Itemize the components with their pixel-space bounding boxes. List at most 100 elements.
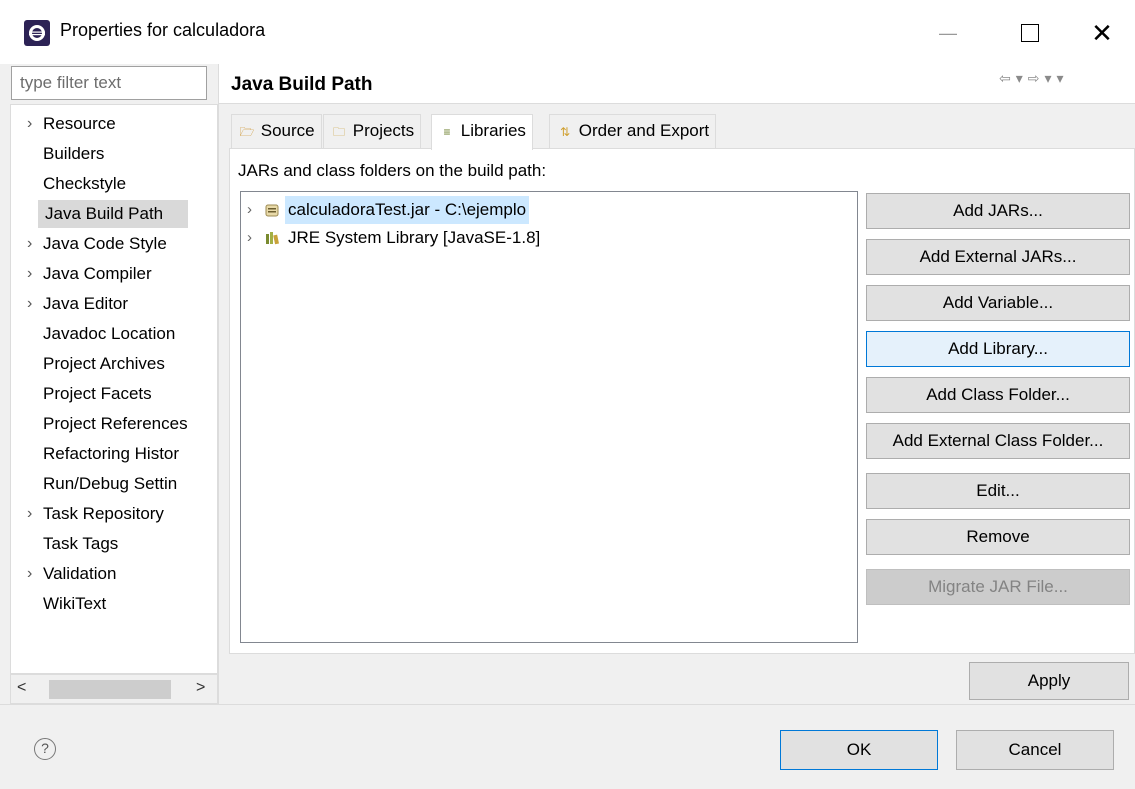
chevron-right-icon[interactable]: ›: [27, 499, 32, 529]
nav-item-label: Resource: [43, 114, 116, 133]
add-jars-button[interactable]: Add JARs...: [866, 193, 1130, 229]
navigation-panel: › Resource Builders Checkstyle Java Buil…: [10, 64, 218, 704]
footer-divider: [0, 704, 1135, 705]
ok-button[interactable]: OK: [780, 730, 938, 770]
jar-icon: [265, 204, 279, 217]
nav-item-label: Validation: [43, 564, 117, 583]
nav-item-checkstyle[interactable]: Checkstyle: [11, 169, 217, 199]
chevron-right-icon[interactable]: ›: [27, 109, 32, 139]
nav-item-label: Project Archives: [43, 354, 165, 373]
nav-item-resource[interactable]: › Resource: [11, 109, 217, 139]
scroll-left-icon[interactable]: <: [17, 679, 26, 697]
tab-label: Projects: [352, 121, 415, 140]
nav-item-label: Project References: [43, 414, 188, 433]
nav-item-label: Java Code Style: [43, 234, 167, 253]
maximize-icon: [1021, 24, 1039, 42]
source-folder-icon: 🗁: [239, 125, 255, 139]
edit-button[interactable]: Edit...: [866, 473, 1130, 509]
nav-item-label: WikiText: [43, 594, 107, 613]
eclipse-app-icon: [24, 20, 50, 46]
nav-item-label: Builders: [43, 144, 105, 163]
tab-libraries[interactable]: ≡ Libraries: [431, 114, 533, 150]
build-path-label: JARs and class folders on the build path…: [238, 161, 547, 180]
properties-page: Java Build Path ⇦ ▾ ⇨ ▾ ▾ 🗁 Source 🗀 Project…: [219, 64, 1135, 704]
build-path-tree[interactable]: › calculadoraTest.jar - C:\ejemplo › JRE…: [240, 191, 858, 643]
projects-icon: 🗀: [332, 125, 345, 139]
cancel-button[interactable]: Cancel: [956, 730, 1114, 770]
tab-label: Source: [260, 121, 315, 140]
chevron-right-icon[interactable]: ›: [247, 196, 252, 224]
nav-item-label: Checkstyle: [43, 174, 127, 193]
apply-button[interactable]: Apply: [969, 662, 1129, 700]
window-title: Properties for calculadora: [60, 20, 266, 40]
nav-item-project-facets[interactable]: Project Facets: [11, 379, 217, 409]
add-library-button[interactable]: Add Library...: [866, 331, 1130, 367]
nav-item-java-build-path[interactable]: Java Build Path: [11, 199, 217, 229]
nav-item-project-references[interactable]: Project References: [11, 409, 217, 439]
libraries-tab-content: JARs and class folders on the build path…: [229, 148, 1135, 654]
nav-item-task-tags[interactable]: Task Tags: [11, 529, 217, 559]
remove-button[interactable]: Remove: [866, 519, 1130, 555]
nav-item-task-repository[interactable]: › Task Repository: [11, 499, 217, 529]
nav-item-javadoc-location[interactable]: Javadoc Location: [11, 319, 217, 349]
close-button[interactable]: ✕: [1072, 10, 1132, 56]
maximize-button[interactable]: [1000, 10, 1060, 56]
nav-item-java-compiler[interactable]: › Java Compiler: [11, 259, 217, 289]
nav-tree: › Resource Builders Checkstyle Java Buil…: [10, 104, 218, 674]
nav-item-label: Task Repository: [43, 504, 164, 523]
nav-item-label: Java Editor: [43, 294, 129, 313]
horizontal-scrollbar[interactable]: < >: [10, 674, 218, 704]
tree-item-jre-system-library[interactable]: › JRE System Library [JavaSE-1.8]: [241, 224, 857, 252]
minimize-button[interactable]: —: [918, 10, 978, 56]
nav-item-wikitext[interactable]: WikiText: [11, 589, 217, 619]
nav-item-label: Java Compiler: [43, 264, 152, 283]
tab-order-and-export[interactable]: ⇅ Order and Export: [549, 114, 717, 148]
back-arrow-icon[interactable]: ⇦: [999, 70, 1011, 86]
tree-item-label: calculadoraTest.jar - C:\ejemplo: [285, 196, 530, 224]
chevron-right-icon[interactable]: ›: [27, 289, 32, 319]
close-icon: ✕: [1091, 17, 1113, 48]
nav-item-refactoring-history[interactable]: Refactoring Histor: [11, 439, 217, 469]
library-icon: [266, 232, 279, 245]
nav-item-java-editor[interactable]: › Java Editor: [11, 289, 217, 319]
scrollbar-thumb[interactable]: [49, 680, 171, 699]
tab-source[interactable]: 🗁 Source: [231, 114, 322, 148]
help-icon[interactable]: ?: [34, 738, 56, 760]
add-external-class-folder-button[interactable]: Add External Class Folder...: [866, 423, 1130, 459]
nav-item-label: Task Tags: [43, 534, 119, 553]
nav-item-builders[interactable]: Builders: [11, 139, 217, 169]
nav-item-label: Refactoring Histor: [43, 444, 180, 463]
forward-arrow-icon[interactable]: ⇨: [1028, 70, 1040, 86]
chevron-right-icon[interactable]: ›: [27, 229, 32, 259]
chevron-right-icon[interactable]: ›: [27, 559, 32, 589]
nav-item-label: Run/Debug Settin: [43, 474, 178, 493]
properties-dialog: Properties for calculadora — ✕ › Resourc…: [0, 0, 1135, 789]
title-bar: Properties for calculadora — ✕: [0, 0, 1135, 64]
add-variable-button[interactable]: Add Variable...: [866, 285, 1130, 321]
migrate-jar-file-button: Migrate JAR File...: [866, 569, 1130, 605]
add-external-jars-button[interactable]: Add External JARs...: [866, 239, 1130, 275]
nav-item-validation[interactable]: › Validation: [11, 559, 217, 589]
filter-input[interactable]: [11, 66, 207, 100]
tab-label: Order and Export: [578, 121, 710, 140]
tab-projects[interactable]: 🗀 Projects: [323, 114, 422, 148]
minimize-icon: —: [939, 22, 957, 43]
nav-item-project-archives[interactable]: Project Archives: [11, 349, 217, 379]
tree-item-calculadoratest-jar[interactable]: › calculadoraTest.jar - C:\ejemplo: [241, 196, 857, 224]
order-export-icon: ⇅: [559, 125, 571, 139]
nav-item-label: Project Facets: [43, 384, 152, 403]
scroll-right-icon[interactable]: >: [196, 679, 205, 697]
page-title: Java Build Path: [231, 74, 373, 95]
tree-item-label: JRE System Library [JavaSE-1.8]: [288, 228, 541, 247]
back-menu-icon[interactable]: ▾: [1016, 70, 1023, 86]
tab-label: Libraries: [460, 121, 526, 140]
view-menu-icon[interactable]: ▾: [1057, 70, 1064, 86]
add-class-folder-button[interactable]: Add Class Folder...: [866, 377, 1130, 413]
chevron-right-icon[interactable]: ›: [247, 224, 252, 252]
chevron-right-icon[interactable]: ›: [27, 259, 32, 289]
nav-item-java-code-style[interactable]: › Java Code Style: [11, 229, 217, 259]
history-navigation: ⇦ ▾ ⇨ ▾ ▾: [999, 70, 1069, 87]
nav-item-label: Javadoc Location: [43, 324, 176, 343]
forward-menu-icon[interactable]: ▾: [1045, 70, 1052, 86]
nav-item-run-debug-settings[interactable]: Run/Debug Settin: [11, 469, 217, 499]
